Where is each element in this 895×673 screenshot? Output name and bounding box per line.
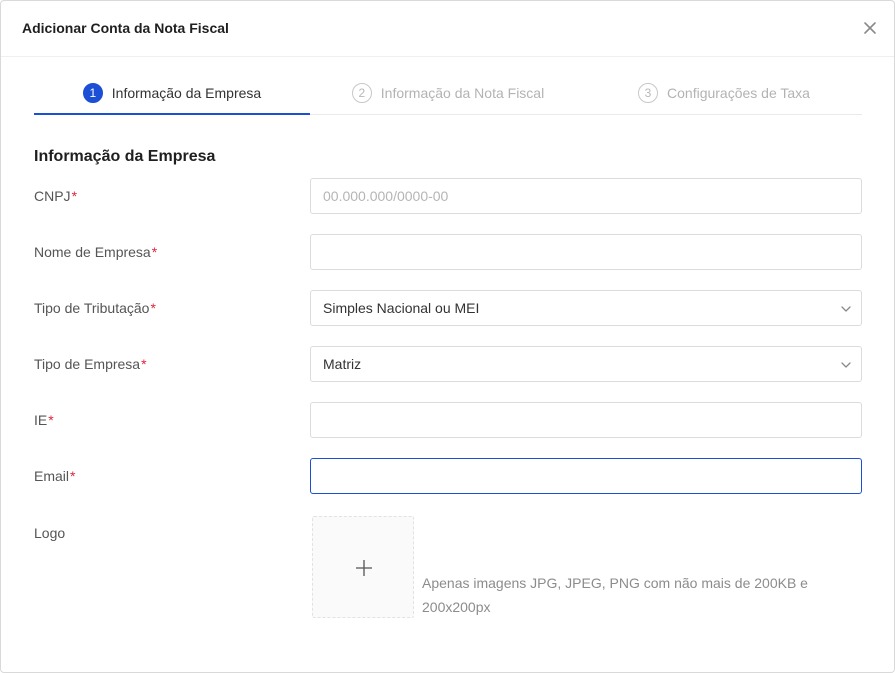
- form-row-logo: Logo: [34, 515, 862, 551]
- dialog-header: Adicionar Conta da Nota Fiscal: [1, 1, 894, 57]
- chevron-down-icon: [841, 362, 851, 368]
- form-row-cnpj: CNPJ*: [34, 178, 862, 214]
- form-row-ie: IE*: [34, 402, 862, 438]
- required-mark: *: [70, 468, 76, 484]
- company-type-selected-value: Matriz: [323, 356, 362, 372]
- required-mark: *: [151, 244, 158, 260]
- tax-type-selected-value: Simples Nacional ou MEI: [323, 300, 480, 316]
- step-invoice-info[interactable]: 2 Informação da Nota Fiscal: [310, 71, 586, 114]
- step-label: Informação da Empresa: [111, 84, 262, 101]
- email-label-text: Email: [34, 468, 70, 484]
- close-icon: [864, 22, 876, 34]
- tax-type-select[interactable]: Simples Nacional ou MEI: [310, 290, 862, 326]
- company-name-label-text: Nome de Empresa: [34, 244, 151, 260]
- dialog-title: Adicionar Conta da Nota Fiscal: [22, 20, 229, 36]
- step-label: Informação da Nota Fiscal: [380, 84, 545, 101]
- steps-nav: 1 Informação da Empresa 2 Informação da …: [34, 71, 862, 115]
- logo-label-text: Logo: [34, 525, 66, 541]
- step-company-info[interactable]: 1 Informação da Empresa: [34, 71, 310, 114]
- logo-label: Logo: [34, 515, 65, 551]
- section-title: Informação da Empresa: [34, 148, 216, 165]
- chevron-down-icon: [841, 306, 851, 312]
- form-row-email: Email*: [34, 458, 862, 494]
- active-step-indicator: [34, 113, 310, 115]
- ie-label: IE*: [34, 402, 54, 438]
- email-input[interactable]: [310, 458, 862, 494]
- step-number: 1: [82, 82, 103, 103]
- cnpj-label: CNPJ*: [34, 178, 77, 214]
- tax-type-label-text: Tipo de Tributação: [34, 300, 150, 316]
- step-tax-settings[interactable]: 3 Configurações de Taxa: [586, 71, 862, 114]
- logo-upload-hint: Apenas imagens JPG, JPEG, PNG com não ma…: [422, 575, 808, 615]
- close-button[interactable]: [862, 20, 878, 36]
- step-number: 3: [638, 82, 659, 103]
- step-number: 2: [351, 82, 372, 103]
- required-mark: *: [71, 188, 78, 204]
- ie-label-text: IE: [34, 412, 48, 428]
- ie-input[interactable]: [310, 402, 862, 438]
- required-mark: *: [150, 300, 156, 316]
- cnpj-label-text: CNPJ: [34, 188, 71, 204]
- tax-type-label: Tipo de Tributação*: [34, 290, 156, 326]
- form-row-company-name: Nome de Empresa*: [34, 234, 862, 270]
- company-type-select[interactable]: Matriz: [310, 346, 862, 382]
- required-mark: *: [48, 412, 54, 428]
- plus-icon: [356, 560, 372, 576]
- company-type-label: Tipo de Empresa*: [34, 346, 147, 382]
- add-invoice-account-dialog: Adicionar Conta da Nota Fiscal 1 Informa…: [0, 0, 895, 673]
- company-type-label-text: Tipo de Empresa: [34, 356, 141, 372]
- cnpj-input[interactable]: [310, 178, 862, 214]
- required-mark: *: [141, 356, 147, 372]
- company-name-label: Nome de Empresa*: [34, 234, 157, 270]
- form-row-company-type: Tipo de Empresa* Matriz: [34, 346, 862, 382]
- logo-upload-button[interactable]: [312, 516, 414, 618]
- form-row-tax-type: Tipo de Tributação* Simples Nacional ou …: [34, 290, 862, 326]
- company-name-input[interactable]: [310, 234, 862, 270]
- email-label: Email*: [34, 458, 75, 494]
- step-label: Configurações de Taxa: [667, 84, 810, 101]
